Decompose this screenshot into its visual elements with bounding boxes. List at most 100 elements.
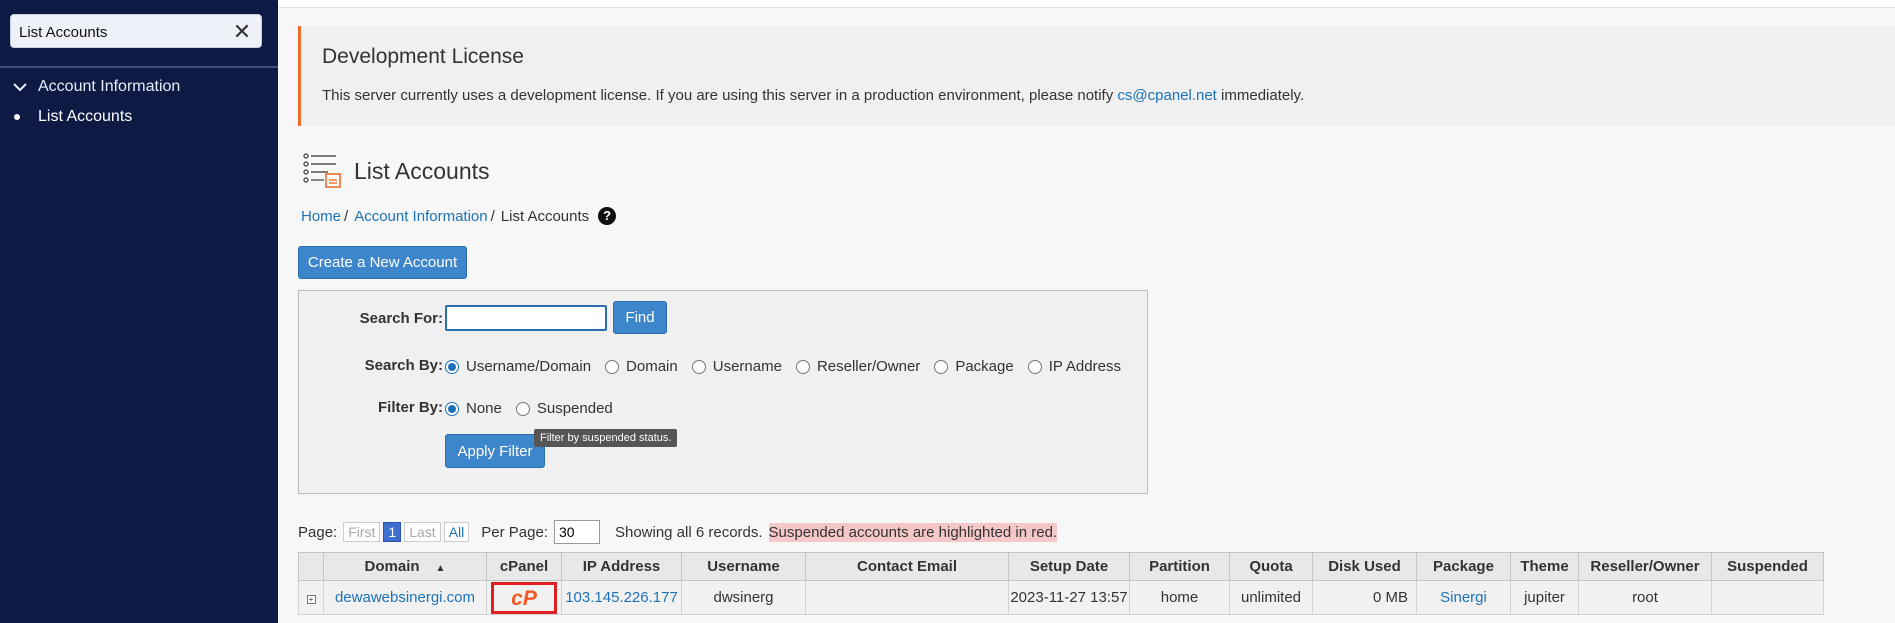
option-label: None: [466, 400, 502, 417]
sidebar-search-input[interactable]: [19, 21, 219, 43]
page-first[interactable]: First: [343, 522, 381, 542]
create-account-button[interactable]: Create a New Account: [298, 246, 467, 279]
filter-by-suspended[interactable]: Suspended: [515, 400, 613, 417]
cell-contact-email: [805, 580, 1009, 615]
search-by-reseller-owner[interactable]: Reseller/Owner: [795, 358, 921, 375]
cell-theme: jupiter: [1510, 580, 1579, 615]
option-label: Package: [955, 358, 1014, 375]
cell-quota: unlimited: [1229, 580, 1313, 615]
notice-email-link[interactable]: cs@cpanel.net: [1117, 87, 1216, 104]
column-header-partition[interactable]: Partition: [1129, 552, 1230, 581]
search-input[interactable]: [445, 305, 607, 331]
search-by-options: Username/Domain Domain Username Reseller…: [445, 358, 1135, 375]
per-page-input[interactable]: [553, 520, 600, 544]
column-header-reseller-owner[interactable]: Reseller/Owner: [1578, 552, 1712, 581]
find-button[interactable]: Find: [613, 301, 667, 334]
notice-text-after: immediately.: [1221, 87, 1305, 104]
cell-domain: dewawebsinergi.com: [323, 580, 487, 615]
radio-icon[interactable]: [934, 359, 949, 374]
search-by-label: Search By:: [364, 357, 443, 374]
column-label: Domain: [364, 558, 420, 575]
row-expander[interactable]: +: [298, 580, 324, 615]
column-header-package[interactable]: Package: [1416, 552, 1511, 581]
cell-ip-address: 103.145.226.177: [561, 580, 682, 615]
search-by-package[interactable]: Package: [934, 358, 1014, 375]
option-label: Domain: [626, 358, 678, 375]
cell-disk-used: 0 MB: [1312, 580, 1417, 615]
search-by-username-domain[interactable]: Username/Domain: [445, 358, 591, 375]
top-bar: [278, 0, 1895, 8]
filter-by-label: Filter By:: [377, 399, 443, 416]
page-last[interactable]: Last: [404, 522, 441, 542]
cpanel-logo-icon: cP: [511, 587, 538, 610]
column-header-ip-address[interactable]: IP Address: [561, 552, 682, 581]
radio-icon[interactable]: [795, 359, 810, 374]
list-accounts-icon: [303, 153, 341, 188]
sidebar-item-list-accounts[interactable]: List Accounts: [14, 108, 132, 126]
bullet-icon: [14, 114, 20, 120]
apply-filter-button[interactable]: Apply Filter: [445, 434, 545, 468]
column-header-theme[interactable]: Theme: [1510, 552, 1579, 581]
breadcrumb-home[interactable]: Home: [301, 208, 341, 225]
search-by-ip-address[interactable]: IP Address: [1027, 358, 1121, 375]
domain-link[interactable]: dewawebsinergi.com: [335, 589, 475, 606]
search-for-label: Search For:: [359, 310, 443, 327]
column-header-contact-email[interactable]: Contact Email: [805, 552, 1009, 581]
sidebar-search: ✕: [10, 14, 262, 48]
records-count: Showing all 6 records.: [614, 523, 763, 541]
filter-by-options: None Suspended: [445, 400, 627, 417]
breadcrumb-separator: /: [344, 207, 349, 225]
sidebar-group-label: Account Information: [38, 78, 181, 95]
cell-partition: home: [1129, 580, 1230, 615]
table-row: + dewawebsinergi.com cP 103.145.226.177 …: [298, 580, 1824, 615]
cell-suspended: [1711, 580, 1824, 615]
column-header-quota[interactable]: Quota: [1229, 552, 1313, 581]
page-current[interactable]: 1: [383, 522, 402, 542]
sort-ascending-icon: ▲: [435, 563, 446, 574]
help-icon[interactable]: ?: [598, 207, 617, 225]
column-header-setup-date[interactable]: Setup Date: [1008, 552, 1130, 581]
accounts-table: Domain ▲ cPanel IP Address Username Conta…: [298, 552, 1824, 615]
option-label: Reseller/Owner: [816, 358, 921, 375]
tooltip: Filter by suspended status.: [534, 429, 678, 447]
breadcrumb-current: List Accounts: [500, 207, 590, 225]
radio-checked-icon[interactable]: [445, 359, 459, 374]
radio-icon[interactable]: [605, 359, 620, 374]
option-label: Suspended: [536, 400, 613, 417]
column-header-suspended[interactable]: Suspended: [1711, 552, 1824, 581]
pagination: Page: First 1 Last All Per Page: Showing…: [298, 520, 1058, 544]
expand-column-header: [298, 552, 324, 581]
suspended-note: Suspended accounts are highlighted in re…: [768, 522, 1058, 542]
radio-checked-icon[interactable]: [445, 401, 459, 416]
radio-icon[interactable]: [515, 401, 530, 416]
ip-address-link[interactable]: 103.145.226.177: [565, 589, 678, 606]
chevron-down-icon: [13, 83, 27, 92]
cell-username: dwsinerg: [681, 580, 806, 615]
sidebar-group-account-information[interactable]: Account Information: [12, 78, 180, 96]
radio-icon[interactable]: [1027, 359, 1042, 374]
breadcrumb-separator: /: [490, 207, 495, 225]
column-header-domain[interactable]: Domain ▲: [323, 552, 487, 581]
search-by-domain[interactable]: Domain: [605, 358, 678, 375]
notice-title: Development License: [322, 45, 524, 68]
page-all[interactable]: All: [443, 522, 470, 542]
radio-icon[interactable]: [691, 359, 706, 374]
breadcrumb-account-information[interactable]: Account Information: [354, 208, 487, 225]
page-label: Page:: [298, 523, 338, 541]
column-header-cpanel: cPanel: [486, 552, 562, 581]
column-header-username[interactable]: Username: [681, 552, 806, 581]
column-header-disk-used[interactable]: Disk Used: [1312, 552, 1417, 581]
search-by-username[interactable]: Username: [691, 358, 782, 375]
option-label: Username: [712, 358, 782, 375]
page-title: List Accounts: [354, 157, 490, 184]
notice-text: This server currently uses a development…: [322, 87, 1304, 104]
cell-reseller-owner: root: [1578, 580, 1712, 615]
package-link[interactable]: Sinergi: [1440, 589, 1487, 606]
breadcrumb: Home / Account Information / List Accounts…: [301, 207, 617, 225]
table-header-row: Domain ▲ cPanel IP Address Username Conta…: [298, 552, 1824, 581]
close-icon[interactable]: ✕: [229, 19, 255, 45]
filter-by-none[interactable]: None: [445, 400, 502, 417]
expand-icon[interactable]: +: [306, 595, 316, 604]
cpanel-login-link[interactable]: cP: [491, 582, 557, 614]
cell-package: Sinergi: [1416, 580, 1511, 615]
